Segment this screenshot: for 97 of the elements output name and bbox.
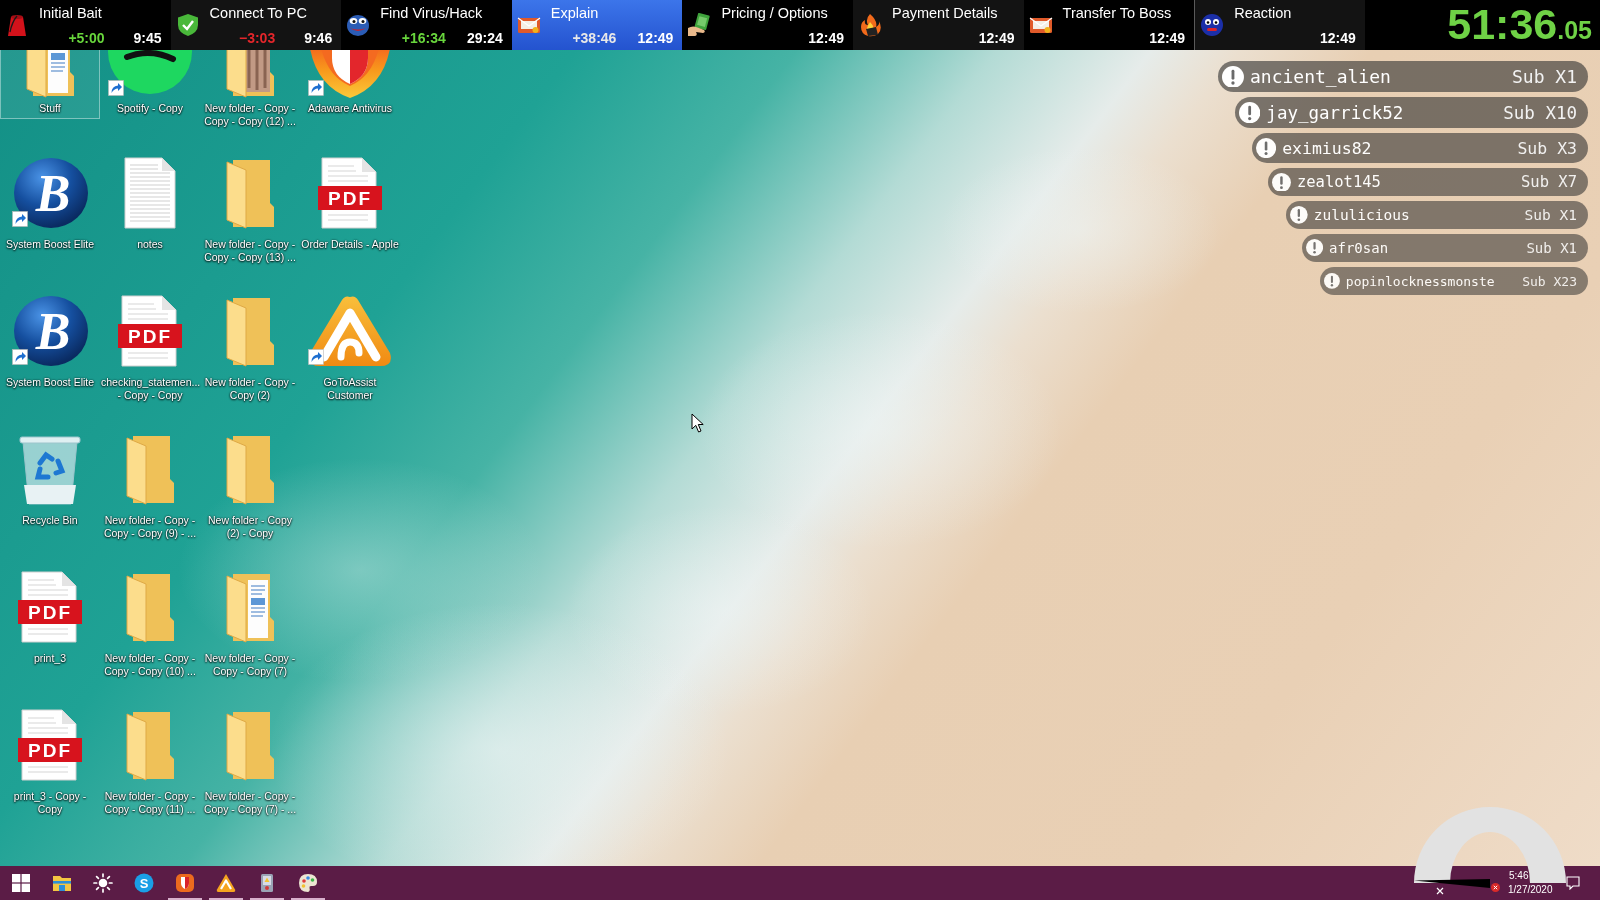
s-logo-icon: S: [133, 873, 154, 893]
folder-icon: [126, 433, 174, 505]
split-name: Reaction: [1234, 5, 1293, 22]
split-delta: +16:34: [401, 30, 446, 47]
split-time: 9:46: [304, 30, 333, 47]
sub-count: Sub X10: [1503, 102, 1577, 123]
folder-icon: [226, 157, 274, 229]
folder-icon: [51, 873, 72, 893]
desktop-item[interactable]: Adaware Antivirus: [300, 50, 400, 119]
desktop-item[interactable]: New folder - Copy (2) - Copy: [200, 426, 300, 543]
mouse-cursor-icon: [691, 413, 704, 433]
desktop-item[interactable]: PDF checking_statemen... - Copy - Copy: [100, 288, 200, 405]
sub-count: Sub X3: [1517, 138, 1577, 158]
start-icon: [10, 873, 31, 893]
timer-time: 51:36: [1447, 0, 1558, 48]
document-folder-icon: [26, 50, 74, 98]
folder-icon: [226, 295, 274, 367]
split-name: Pricing / Options: [721, 5, 829, 22]
desktop-item[interactable]: PDF Order Details - Apple: [300, 150, 400, 255]
sub-count: Sub X1: [1511, 66, 1577, 87]
desktop-item[interactable]: New folder - Copy - Copy - Copy (9) - ...: [100, 426, 200, 543]
palette-icon: [297, 873, 318, 893]
desktop-item[interactable]: B System Boost Elite: [0, 150, 100, 255]
alert-icon: [1290, 206, 1308, 224]
photo-folder-icon: [226, 50, 274, 98]
subscriber-name: afr0san: [1329, 240, 1390, 256]
shield-check-icon: [175, 13, 200, 37]
split-time: 12:49: [808, 30, 844, 47]
split-time: 29:24: [466, 30, 503, 47]
error-badge-icon[interactable]: [1491, 883, 1500, 892]
alert-icon: [1256, 137, 1277, 159]
sun-icon: [92, 873, 113, 893]
alert-icon: [1306, 239, 1324, 257]
desktop-item[interactable]: notes: [100, 150, 200, 255]
fez-icon: [5, 13, 29, 37]
folder-icon: [226, 433, 274, 505]
x-mark-icon[interactable]: [1436, 887, 1444, 895]
subscriber-name: jay_garrick52: [1266, 102, 1405, 123]
subscriber-name: popinlocknessmonste: [1345, 273, 1496, 289]
desktop-item[interactable]: PDF print_3 - Copy - Copy: [0, 702, 100, 819]
desktop-item[interactable]: Recycle Bin: [0, 426, 100, 531]
document-folder-icon: [226, 571, 274, 643]
split-time: 12:49: [637, 30, 674, 47]
split-time: 9:45: [133, 30, 162, 47]
desktop-item[interactable]: New folder - Copy - Copy - Copy (12) ...: [200, 50, 300, 131]
alert-icon: [1222, 65, 1244, 88]
round-face-icon: [1200, 13, 1225, 37]
desktop-item[interactable]: GoToAssist Customer: [300, 288, 400, 405]
b-logo-icon: B: [12, 157, 88, 229]
cash-hand-icon: [687, 13, 712, 37]
folder-icon: [226, 709, 274, 781]
desktop-item[interactable]: New folder - Copy - Copy - Copy (10) ...: [100, 564, 200, 681]
subscriber-name: eximius82: [1282, 138, 1373, 158]
desktop-item[interactable]: New folder - Copy - Copy - Copy (7) - ...: [200, 702, 300, 819]
desktop-item[interactable]: New folder - Copy - Copy - Copy (11) ...: [100, 702, 200, 819]
sub-count: Sub X1: [1526, 240, 1577, 256]
split-time: 12:49: [978, 30, 1015, 47]
desktop-item[interactable]: New folder - Copy - Copy (2): [200, 288, 300, 405]
clock-date[interactable]: 1/27/2020: [1508, 883, 1553, 897]
alert-icon: [1272, 172, 1291, 192]
recycle-bin-icon: [18, 433, 82, 505]
notification-icon[interactable]: [1566, 876, 1580, 890]
alert-icon: [1239, 101, 1261, 124]
split-name: Payment Details: [891, 5, 999, 22]
split-name: Initial Bait: [39, 5, 103, 22]
folder-icon: [126, 571, 174, 643]
subscriber-name: ancient_alien: [1249, 66, 1392, 87]
timer-hundredths: .05: [1557, 15, 1592, 45]
desktop-item[interactable]: B System Boost Elite: [0, 288, 100, 393]
desktop-item[interactable]: Stuff: [0, 50, 100, 119]
taskbar-app-button[interactable]: S: [123, 866, 164, 900]
split-name: Find Virus/Hack: [380, 5, 484, 22]
triangle-logo-icon: [215, 873, 236, 893]
cartoon-frog-icon: [346, 13, 371, 37]
folder-icon: [126, 709, 174, 781]
sub-count: Sub X23: [1522, 273, 1577, 289]
desktop-item[interactable]: New folder - Copy - Copy - Copy (13) ...: [200, 150, 300, 267]
clock-time[interactable]: 5:46: [1508, 869, 1529, 883]
shield-logo-icon: [174, 873, 195, 893]
split-delta: −3:03: [239, 30, 276, 47]
sub-count: Sub X1: [1524, 207, 1577, 223]
split-name: Transfer To Boss: [1062, 5, 1173, 22]
desktop-item[interactable]: Spotify - Copy: [100, 50, 200, 119]
desktop-item[interactable]: New folder - Copy - Copy - Copy (7): [200, 564, 300, 681]
text-file-icon: [124, 157, 176, 229]
subscriber-name: zealot145: [1296, 173, 1382, 191]
split-name: Connect To PC: [209, 5, 308, 22]
split-time: 12:49: [1149, 30, 1186, 47]
split-delta: +38:46: [572, 30, 617, 47]
desktop-item[interactable]: PDF print_3: [0, 564, 100, 669]
split-time: 12:49: [1319, 30, 1356, 47]
sub-count: Sub X7: [1521, 173, 1577, 191]
b-logo-icon: B: [12, 295, 88, 367]
subscriber-name: zululicious: [1313, 207, 1411, 223]
split-name: Explain: [550, 5, 600, 22]
alert-icon: [1324, 273, 1340, 289]
split-delta: +5:00: [68, 30, 105, 47]
